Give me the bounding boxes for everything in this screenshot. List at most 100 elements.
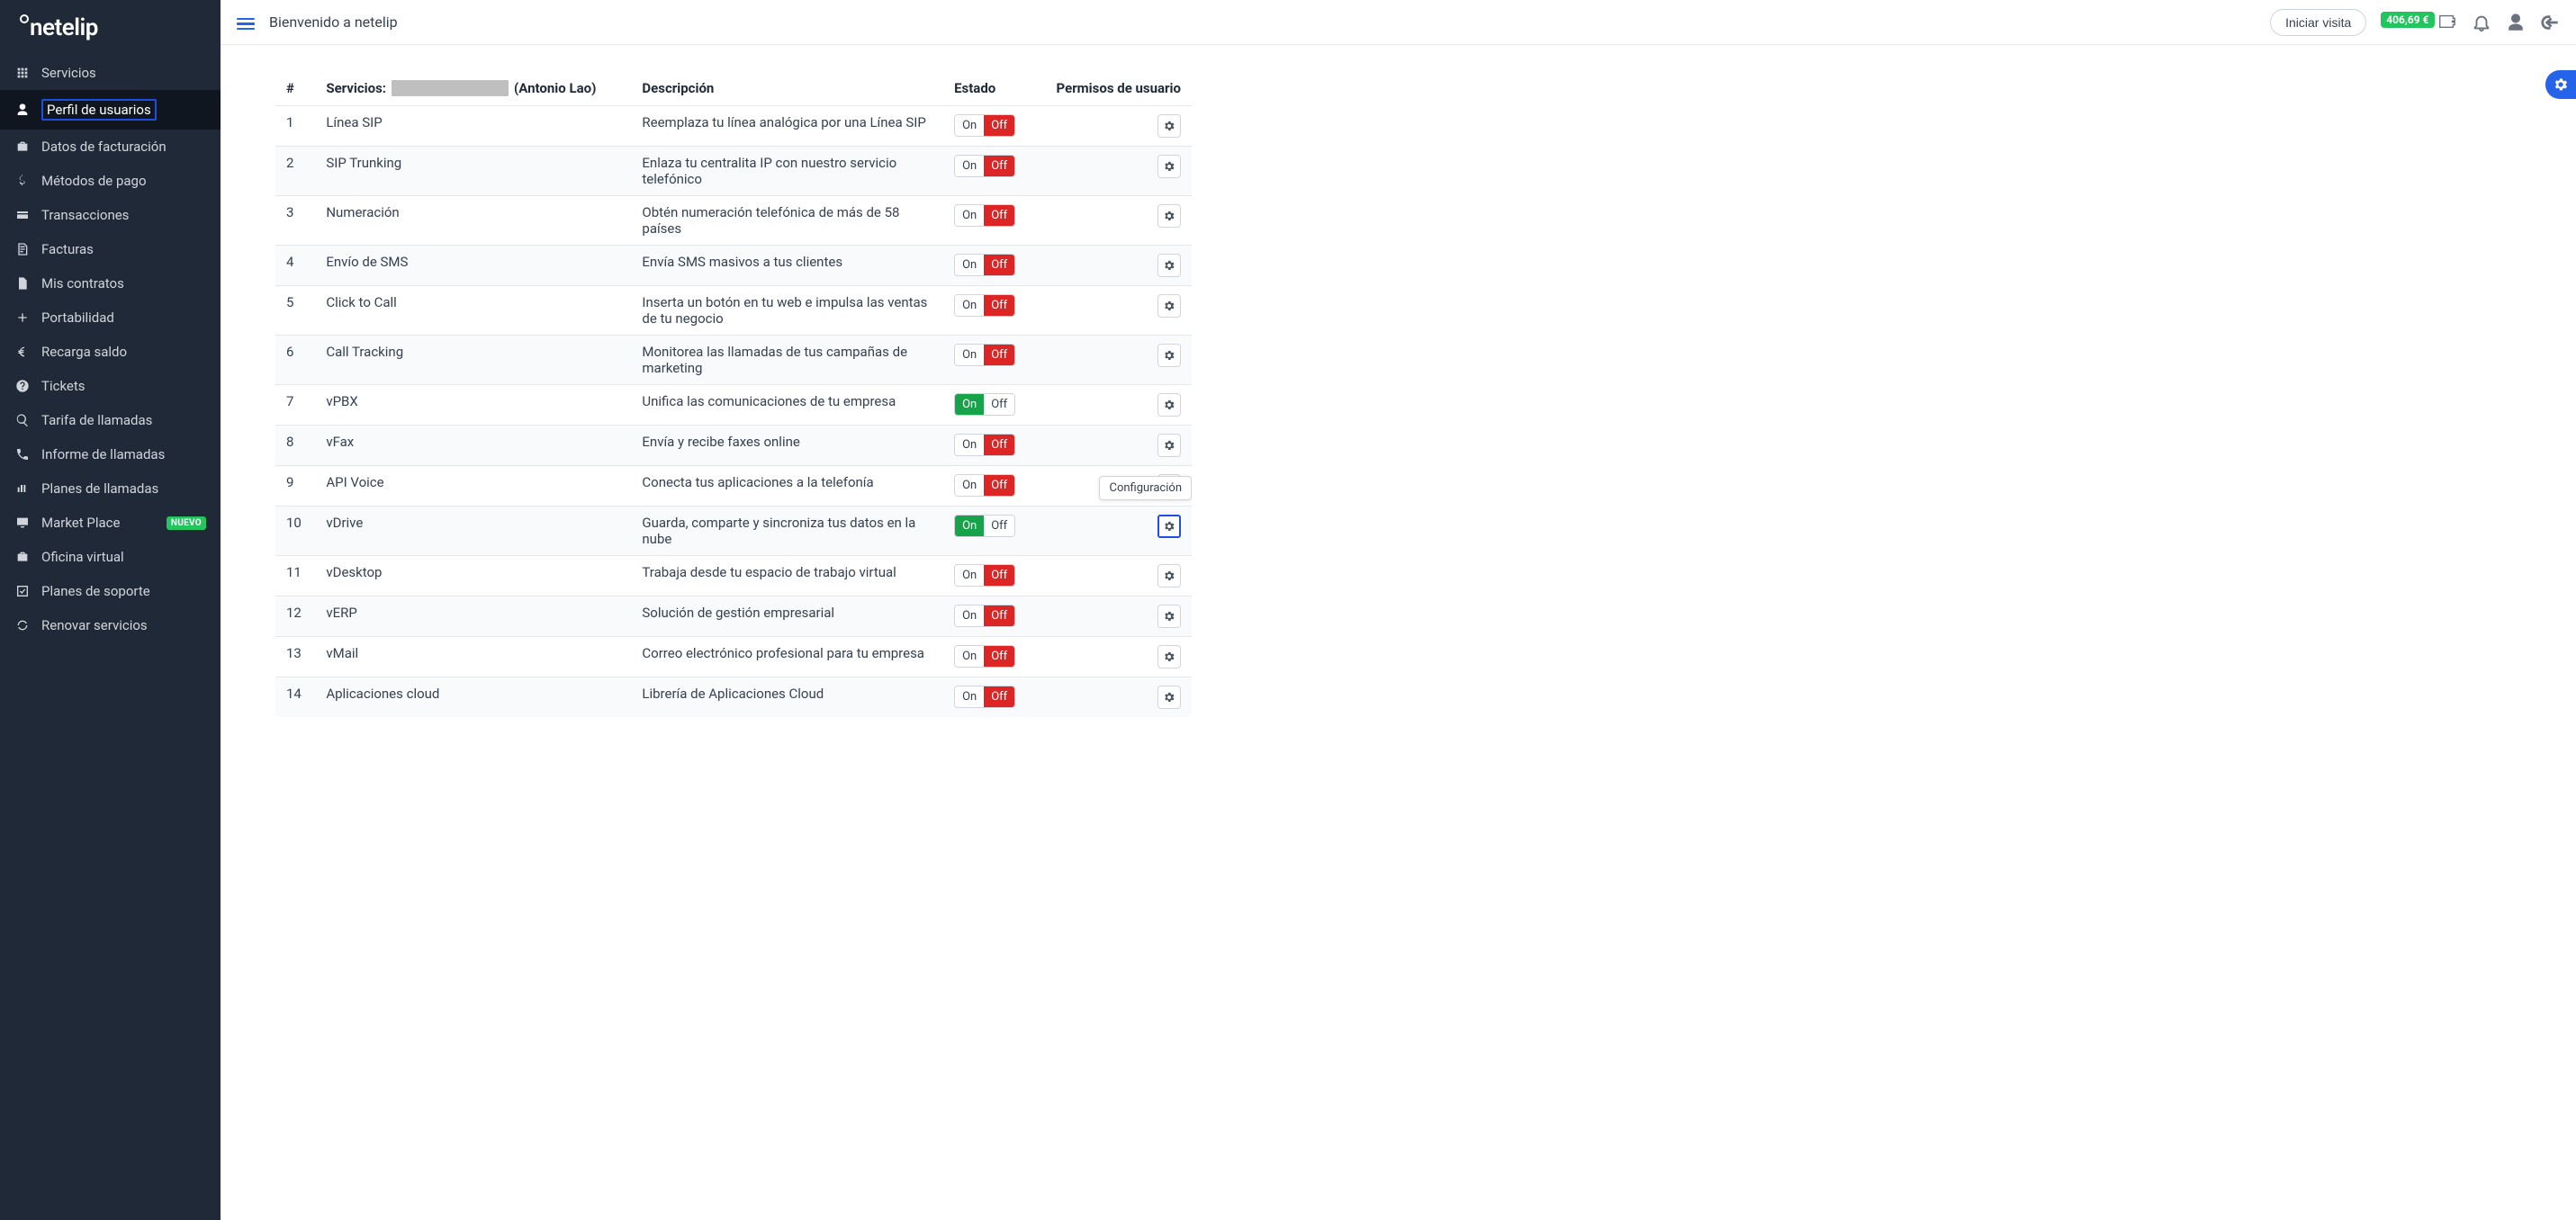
sidebar-item-tarifa-de-llamadas[interactable]: Tarifa de llamadas	[0, 403, 221, 437]
status-toggle[interactable]: OnOff	[954, 645, 1015, 668]
status-toggle[interactable]: OnOff	[954, 114, 1015, 137]
sidebar-item-planes-de-llamadas[interactable]: Planes de llamadas	[0, 471, 221, 506]
sidebar-item-oficina-virtual[interactable]: Oficina virtual	[0, 540, 221, 574]
question-icon	[14, 378, 31, 394]
toggle-on[interactable]: On	[955, 565, 984, 586]
service-description: Conecta tus aplicaciones a la telefonía	[631, 466, 943, 507]
toggle-off[interactable]: Off	[984, 516, 1014, 536]
configure-button[interactable]	[1157, 434, 1181, 457]
configure-button[interactable]	[1157, 204, 1181, 228]
configure-button[interactable]	[1157, 605, 1181, 628]
toggle-on[interactable]: On	[955, 606, 984, 626]
toggle-off[interactable]: Off	[984, 606, 1014, 626]
status-toggle[interactable]: OnOff	[954, 294, 1015, 317]
sidebar-item-market-place[interactable]: Market PlaceNUEVO	[0, 506, 221, 540]
balance-badge[interactable]: 406,69 €	[2381, 12, 2434, 28]
status-toggle[interactable]: OnOff	[954, 155, 1015, 177]
toggle-on[interactable]: On	[955, 156, 984, 176]
status-toggle[interactable]: OnOff	[954, 344, 1015, 366]
toggle-off[interactable]: Off	[984, 345, 1014, 365]
toggle-off[interactable]: Off	[984, 205, 1014, 226]
sidebar-item-renovar-servicios[interactable]: Renovar servicios	[0, 608, 221, 642]
sidebar-item-transacciones[interactable]: Transacciones	[0, 198, 221, 232]
toggle-on[interactable]: On	[955, 295, 984, 316]
configure-button[interactable]	[1157, 344, 1181, 367]
toggle-on[interactable]: On	[955, 475, 984, 496]
sidebar-item-tickets[interactable]: Tickets	[0, 369, 221, 403]
menu-toggle-icon[interactable]	[237, 15, 255, 30]
toggle-off[interactable]: Off	[984, 115, 1014, 136]
status-toggle[interactable]: OnOff	[954, 515, 1015, 537]
sidebar-item-servicios[interactable]: Servicios	[0, 56, 221, 90]
sidebar-item-perfil-de-usuarios[interactable]: Perfil de usuarios	[0, 90, 221, 130]
toggle-on[interactable]: On	[955, 255, 984, 275]
permissions-cell: Configuración	[1033, 507, 1193, 556]
sidebar-item-datos-de-facturación[interactable]: Datos de facturación	[0, 130, 221, 164]
sidebar-item-informe-de-llamadas[interactable]: Informe de llamadas	[0, 437, 221, 471]
dollar-icon	[14, 173, 31, 189]
brand-logo[interactable]: netelip	[0, 0, 221, 56]
configure-button[interactable]	[1157, 564, 1181, 588]
wallet-icon[interactable]	[2437, 20, 2457, 34]
toggle-on[interactable]: On	[955, 345, 984, 365]
services-user-suffix: (Antonio Lao)	[514, 80, 596, 96]
row-number: 7	[275, 385, 316, 426]
toggle-on[interactable]: On	[955, 686, 984, 707]
table-row: 12vERPSolución de gestión empresarialOnO…	[275, 597, 1193, 637]
toggle-off[interactable]: Off	[984, 156, 1014, 176]
status-toggle[interactable]: OnOff	[954, 434, 1015, 456]
service-name: Numeración	[315, 196, 631, 246]
toggle-on[interactable]: On	[955, 205, 984, 226]
status-toggle[interactable]: OnOff	[954, 254, 1015, 276]
toggle-off[interactable]: Off	[984, 255, 1014, 275]
user-profile-icon[interactable]	[2506, 13, 2526, 32]
permissions-cell	[1033, 597, 1193, 637]
logout-icon[interactable]	[2540, 13, 2560, 32]
phone-icon	[14, 446, 31, 462]
sidebar-item-planes-de-soporte[interactable]: Planes de soporte	[0, 574, 221, 608]
service-name: Envío de SMS	[315, 246, 631, 286]
status-toggle[interactable]: OnOff	[954, 605, 1015, 627]
status-toggle[interactable]: OnOff	[954, 204, 1015, 227]
table-row: 2SIP TrunkingEnlaza tu centralita IP con…	[275, 147, 1193, 196]
permissions-cell	[1033, 196, 1193, 246]
services-table: # Servicios: (Antonio Lao) Descripción E…	[275, 70, 1193, 718]
status-toggle[interactable]: OnOff	[954, 686, 1015, 708]
toggle-off[interactable]: Off	[984, 475, 1014, 496]
status-toggle[interactable]: OnOff	[954, 564, 1015, 587]
toggle-off[interactable]: Off	[984, 394, 1014, 415]
toggle-on[interactable]: On	[955, 435, 984, 455]
configure-button[interactable]	[1157, 686, 1181, 709]
configure-button[interactable]	[1157, 114, 1181, 138]
configure-button[interactable]	[1157, 294, 1181, 318]
status-toggle[interactable]: OnOff	[954, 474, 1015, 497]
toggle-off[interactable]: Off	[984, 295, 1014, 316]
toggle-off[interactable]: Off	[984, 435, 1014, 455]
start-visit-button[interactable]: Iniciar visita	[2270, 9, 2366, 36]
configure-button[interactable]	[1157, 645, 1181, 668]
service-description: Envía SMS masivos a tus clientes	[631, 246, 943, 286]
sidebar-item-métodos-de-pago[interactable]: Métodos de pago	[0, 164, 221, 198]
sidebar-item-recarga-saldo[interactable]: Recarga saldo	[0, 335, 221, 369]
toggle-on[interactable]: On	[955, 646, 984, 667]
sidebar-item-portabilidad[interactable]: Portabilidad	[0, 301, 221, 335]
notifications-icon[interactable]	[2472, 13, 2491, 32]
status-toggle[interactable]: OnOff	[954, 393, 1015, 416]
service-name: vPBX	[315, 385, 631, 426]
sidebar-item-facturas[interactable]: Facturas	[0, 232, 221, 266]
permissions-cell	[1033, 106, 1193, 147]
configure-button[interactable]	[1157, 393, 1181, 417]
toggle-off[interactable]: Off	[984, 686, 1014, 707]
toggle-off[interactable]: Off	[984, 646, 1014, 667]
status-cell: OnOff	[943, 196, 1033, 246]
configure-button[interactable]	[1157, 515, 1181, 538]
configure-button[interactable]	[1157, 155, 1181, 178]
toggle-on[interactable]: On	[955, 115, 984, 136]
toggle-on[interactable]: On	[955, 394, 984, 415]
toggle-on[interactable]: On	[955, 516, 984, 536]
configure-button[interactable]	[1157, 254, 1181, 277]
floating-settings-button[interactable]	[2545, 70, 2576, 99]
service-description: Obtén numeración telefónica de más de 58…	[631, 196, 943, 246]
sidebar-item-mis-contratos[interactable]: Mis contratos	[0, 266, 221, 301]
toggle-off[interactable]: Off	[984, 565, 1014, 586]
